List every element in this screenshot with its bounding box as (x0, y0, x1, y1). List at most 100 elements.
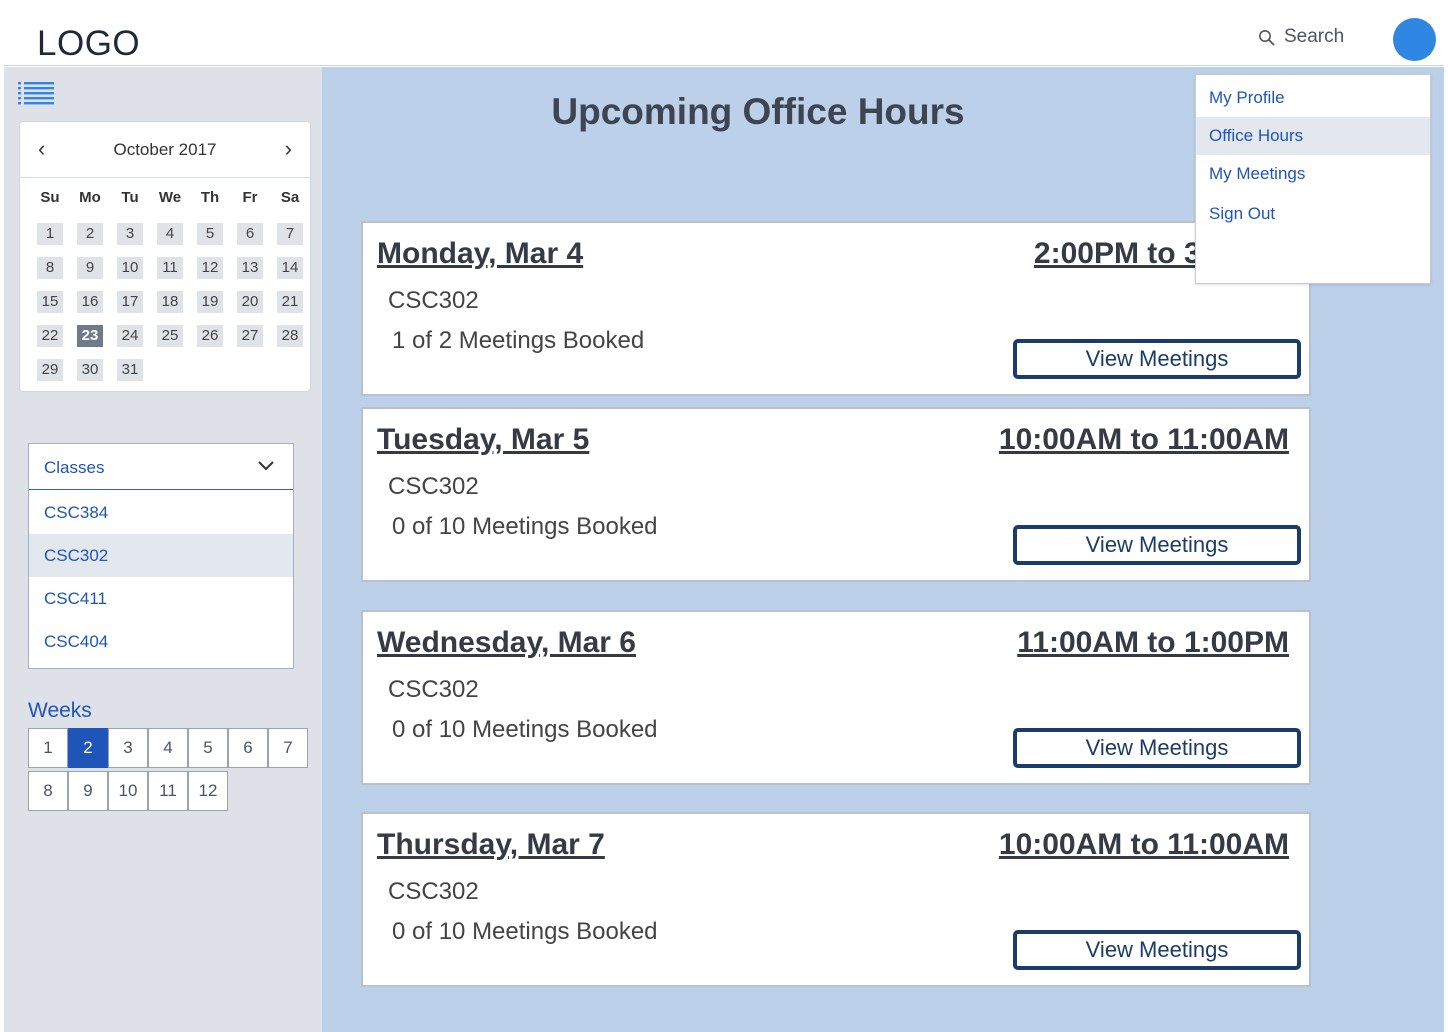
classes-dropdown: Classes CSC384 CSC302 CSC411 CSC404 (28, 443, 294, 669)
class-option-csc404[interactable]: CSC404 (29, 620, 293, 663)
week-button-11[interactable]: 11 (148, 771, 188, 811)
calendar-day[interactable]: 11 (157, 257, 183, 279)
sidebar: ‹ October 2017 › Su Mo Tu We Th Fr Sa 1 2 3 4 5 6 7 8 9… (4, 67, 322, 1032)
logo: LOGO (37, 24, 141, 63)
mini-calendar: ‹ October 2017 › Su Mo Tu We Th Fr Sa 1 2 3 4 5 6 7 8 9… (19, 121, 311, 392)
calendar-day[interactable]: 13 (237, 257, 263, 279)
chevron-right-icon[interactable]: › (285, 138, 292, 160)
user-menu: My Profile Office Hours My Meetings Sign Ou… (1195, 74, 1431, 284)
weekday-label: Th (200, 189, 220, 206)
card-course: CSC302 (388, 878, 479, 905)
calendar-day[interactable]: 31 (117, 359, 143, 381)
week-button-9[interactable]: 9 (68, 771, 108, 811)
week-button-8[interactable]: 8 (28, 771, 68, 811)
calendar-day[interactable]: 27 (237, 325, 263, 347)
calendar-day[interactable]: 5 (197, 223, 223, 245)
calendar-day[interactable]: 15 (37, 291, 63, 313)
class-option-csc384[interactable]: CSC384 (29, 491, 293, 534)
card-booking-status: 1 of 2 Meetings Booked (392, 327, 645, 354)
calendar-day[interactable]: 1 (37, 223, 63, 245)
calendar-day[interactable]: 18 (157, 291, 183, 313)
weekday-label: Tu (121, 189, 139, 206)
card-time: 11:00AM to 1:00PM (1017, 626, 1289, 659)
card-day[interactable]: Wednesday, Mar 6 (377, 626, 636, 660)
calendar-day[interactable]: 6 (237, 223, 263, 245)
office-hour-card: Tuesday, Mar 5 10:00AM to 11:00AM CSC302 0 … (361, 407, 1311, 582)
card-booking-status: 0 of 10 Meetings Booked (392, 918, 658, 945)
calendar-day[interactable]: 30 (77, 359, 103, 381)
calendar-day[interactable]: 16 (77, 291, 103, 313)
avatar[interactable] (1393, 18, 1436, 61)
view-meetings-button[interactable]: View Meetings (1013, 930, 1301, 970)
top-bar: LOGO Search (4, 4, 1444, 66)
card-day[interactable]: Monday, Mar 4 (377, 237, 583, 271)
calendar-day[interactable]: 26 (197, 325, 223, 347)
calendar-day[interactable]: 28 (277, 325, 303, 347)
card-day[interactable]: Tuesday, Mar 5 (377, 423, 589, 457)
search-label: Search (1284, 26, 1345, 47)
calendar-day[interactable]: 24 (117, 325, 143, 347)
calendar-day[interactable]: 9 (77, 257, 103, 279)
office-hour-card: Thursday, Mar 7 10:00AM to 11:00AM CSC302 0… (361, 812, 1311, 987)
weekday-label: Fr (242, 189, 258, 206)
calendar-day[interactable]: 8 (37, 257, 63, 279)
card-booking-status: 0 of 10 Meetings Booked (392, 716, 658, 743)
classes-label: Classes (44, 458, 105, 477)
week-button-5[interactable]: 5 (188, 728, 228, 768)
week-button-12[interactable]: 12 (188, 771, 228, 811)
week-button-1[interactable]: 1 (28, 728, 68, 768)
card-course: CSC302 (388, 287, 479, 314)
weeks-label: Weeks (28, 699, 92, 722)
week-button-7[interactable]: 7 (268, 728, 308, 768)
card-booking-status: 0 of 10 Meetings Booked (392, 513, 658, 540)
office-hour-card: Monday, Mar 4 2:00PM to 3:00PM CSC302 1 of … (361, 221, 1311, 396)
menu-item-my-profile[interactable]: My Profile (1196, 79, 1430, 117)
card-day[interactable]: Thursday, Mar 7 (377, 828, 605, 862)
calendar-day[interactable]: 2 (77, 223, 103, 245)
calendar-day[interactable]: 25 (157, 325, 183, 347)
calendar-day[interactable]: 23 (77, 325, 103, 347)
calendar-day[interactable]: 12 (197, 257, 223, 279)
calendar-day[interactable]: 14 (277, 257, 303, 279)
page-title: Upcoming Office Hours (551, 91, 965, 132)
card-time: 10:00AM to 11:00AM (998, 423, 1289, 456)
weekday-label: Sa (280, 189, 300, 206)
calendar-day[interactable]: 10 (117, 257, 143, 279)
calendar-day[interactable]: 7 (277, 223, 303, 245)
calendar-day[interactable]: 3 (117, 223, 143, 245)
calendar-day[interactable]: 29 (37, 359, 63, 381)
week-button-4[interactable]: 4 (148, 728, 188, 768)
list-icon[interactable] (18, 82, 54, 106)
calendar-day[interactable]: 20 (237, 291, 263, 313)
menu-item-sign-out[interactable]: Sign Out (1196, 195, 1430, 233)
search-icon (1258, 29, 1275, 46)
view-meetings-button[interactable]: View Meetings (1013, 728, 1301, 768)
calendar-day[interactable]: 22 (37, 325, 63, 347)
weekday-label: We (158, 189, 182, 206)
calendar-month-label: October 2017 (113, 140, 217, 159)
card-course: CSC302 (388, 676, 479, 703)
view-meetings-button[interactable]: View Meetings (1013, 525, 1301, 565)
week-button-3[interactable]: 3 (108, 728, 148, 768)
office-hour-card: Wednesday, Mar 6 11:00AM to 1:00PM CSC302 0… (361, 610, 1311, 785)
weekday-label: Su (40, 189, 60, 206)
calendar-day[interactable]: 21 (277, 291, 303, 313)
calendar-day[interactable]: 17 (117, 291, 143, 313)
class-option-csc411[interactable]: CSC411 (29, 577, 293, 620)
week-button-10[interactable]: 10 (108, 771, 148, 811)
weekday-label: Mo (79, 189, 101, 206)
search-box[interactable]: Search (1258, 26, 1344, 48)
card-course: CSC302 (388, 473, 479, 500)
classes-dropdown-toggle[interactable]: Classes (29, 444, 293, 490)
calendar-day[interactable]: 19 (197, 291, 223, 313)
calendar-header: ‹ October 2017 › (20, 122, 310, 178)
week-button-6[interactable]: 6 (228, 728, 268, 768)
view-meetings-button[interactable]: View Meetings (1013, 339, 1301, 379)
card-time: 10:00AM to 11:00AM (998, 828, 1289, 861)
calendar-day[interactable]: 4 (157, 223, 183, 245)
chevron-down-icon (257, 459, 275, 477)
menu-item-my-meetings[interactable]: My Meetings (1196, 155, 1430, 193)
menu-item-office-hours[interactable]: Office Hours (1196, 117, 1430, 155)
class-option-csc302[interactable]: CSC302 (29, 534, 293, 577)
week-button-2[interactable]: 2 (68, 728, 108, 768)
